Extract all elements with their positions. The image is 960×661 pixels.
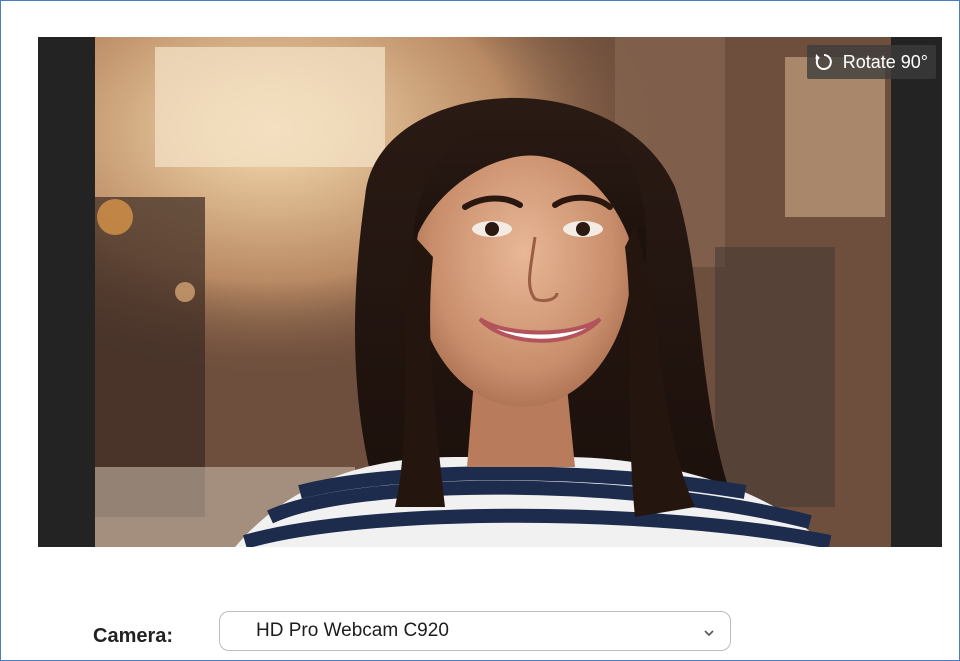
camera-dropdown[interactable]: HD Pro Webcam C920 bbox=[219, 611, 731, 651]
camera-selected-value: HD Pro Webcam C920 bbox=[256, 620, 449, 641]
rotate-90-label: Rotate 90° bbox=[842, 51, 928, 72]
camera-selector-row: Camera: HD Pro Webcam C920 bbox=[93, 611, 731, 651]
chevron-down-icon bbox=[702, 624, 716, 638]
webcam-video-feed bbox=[95, 37, 891, 547]
camera-label: Camera: bbox=[93, 624, 174, 647]
rotate-icon bbox=[813, 51, 835, 73]
rotate-90-button[interactable]: Rotate 90° bbox=[806, 45, 936, 79]
video-settings-panel: Rotate 90° Camera: HD Pro Webcam C920 bbox=[0, 0, 960, 661]
camera-preview: Rotate 90° bbox=[38, 37, 942, 547]
